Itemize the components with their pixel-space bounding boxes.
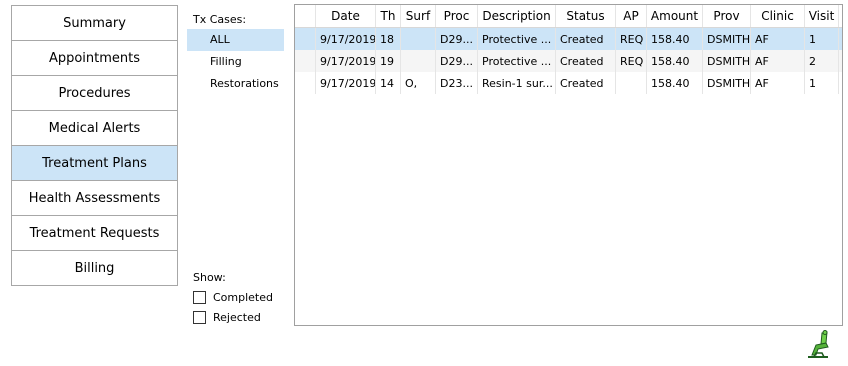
- completed-label: Completed: [213, 291, 273, 304]
- cell-date: 9/17/2019: [316, 50, 376, 72]
- completed-checkbox-row[interactable]: Completed: [193, 291, 273, 304]
- nav-treatment-requests[interactable]: Treatment Requests: [11, 216, 178, 251]
- table-row[interactable]: 9/17/2019 19 D29... Protective ... Creat…: [295, 50, 842, 72]
- nav-health-assessments[interactable]: Health Assessments: [11, 181, 178, 216]
- cell-status: Created: [556, 72, 616, 94]
- col-header-amount[interactable]: Amount: [647, 5, 703, 27]
- cell-status: Created: [556, 28, 616, 50]
- tx-case-filling[interactable]: Filling: [187, 51, 284, 73]
- col-header-th[interactable]: Th: [376, 5, 401, 27]
- cell-tooth: 19: [376, 50, 401, 72]
- cell-clinic: AF: [751, 28, 805, 50]
- tx-case-all[interactable]: ALL: [187, 29, 284, 51]
- cell-visit: 1: [805, 72, 839, 94]
- cell-clinic: AF: [751, 72, 805, 94]
- col-header-clinic[interactable]: Clinic: [751, 5, 805, 27]
- cell-ap: REQ: [616, 50, 647, 72]
- col-header-blank[interactable]: [295, 5, 316, 27]
- rejected-checkbox[interactable]: [193, 311, 206, 324]
- cell-date: 9/17/2019: [316, 28, 376, 50]
- cell-date: 9/17/2019: [316, 72, 376, 94]
- rejected-checkbox-row[interactable]: Rejected: [193, 311, 261, 324]
- row-indicator: [295, 50, 316, 72]
- nav-billing[interactable]: Billing: [11, 251, 178, 286]
- grid-header: Date Th Surf Proc Description Status AP …: [295, 5, 842, 28]
- cell-amount: 158.40: [647, 50, 703, 72]
- cell-surface: [401, 50, 436, 72]
- cell-proc: D23...: [436, 72, 478, 94]
- row-indicator: [295, 28, 316, 50]
- rejected-label: Rejected: [213, 311, 261, 324]
- cell-provider: DSMITH: [703, 28, 751, 50]
- show-label: Show:: [193, 271, 226, 284]
- cell-clinic: AF: [751, 50, 805, 72]
- cell-amount: 158.40: [647, 72, 703, 94]
- cell-status: Created: [556, 50, 616, 72]
- nav-treatment-plans[interactable]: Treatment Plans: [11, 146, 178, 181]
- cell-ap: [616, 72, 647, 94]
- row-indicator: [295, 72, 316, 94]
- dental-chair-icon[interactable]: [802, 329, 834, 361]
- cell-ap: REQ: [616, 28, 647, 50]
- cell-visit: 2: [805, 50, 839, 72]
- col-header-date[interactable]: Date: [316, 5, 376, 27]
- tx-cases-label: Tx Cases:: [193, 13, 247, 26]
- cell-visit: 1: [805, 28, 839, 50]
- nav-medical-alerts[interactable]: Medical Alerts: [11, 111, 178, 146]
- cell-provider: DSMITH: [703, 72, 751, 94]
- cell-amount: 158.40: [647, 28, 703, 50]
- tx-case-restorations[interactable]: Restorations: [187, 73, 284, 95]
- col-header-description[interactable]: Description: [478, 5, 556, 27]
- cell-surface: [401, 28, 436, 50]
- col-header-proc[interactable]: Proc: [436, 5, 478, 27]
- cell-description: Protective ...: [478, 28, 556, 50]
- nav-appointments[interactable]: Appointments: [11, 41, 178, 76]
- cell-proc: D29...: [436, 28, 478, 50]
- cell-description: Protective ...: [478, 50, 556, 72]
- col-header-visit[interactable]: Visit: [805, 5, 839, 27]
- col-header-prov[interactable]: Prov: [703, 5, 751, 27]
- cell-proc: D29...: [436, 50, 478, 72]
- cell-provider: DSMITH: [703, 50, 751, 72]
- table-row[interactable]: 9/17/2019 18 D29... Protective ... Creat…: [295, 28, 842, 50]
- col-header-status[interactable]: Status: [556, 5, 616, 27]
- col-header-surf[interactable]: Surf: [401, 5, 436, 27]
- nav-procedures[interactable]: Procedures: [11, 76, 178, 111]
- col-header-ap[interactable]: AP: [616, 5, 647, 27]
- nav-summary[interactable]: Summary: [11, 5, 178, 41]
- completed-checkbox[interactable]: [193, 291, 206, 304]
- tx-cases-list: ALL Filling Restorations: [187, 29, 284, 95]
- section-nav: Summary Appointments Procedures Medical …: [11, 5, 178, 286]
- table-row[interactable]: 9/17/2019 14 O, D23... Resin-1 sur... Cr…: [295, 72, 842, 94]
- cell-description: Resin-1 sur...: [478, 72, 556, 94]
- cell-surface: O,: [401, 72, 436, 94]
- cell-tooth: 18: [376, 28, 401, 50]
- treatment-plan-grid[interactable]: Date Th Surf Proc Description Status AP …: [294, 4, 843, 326]
- cell-tooth: 14: [376, 72, 401, 94]
